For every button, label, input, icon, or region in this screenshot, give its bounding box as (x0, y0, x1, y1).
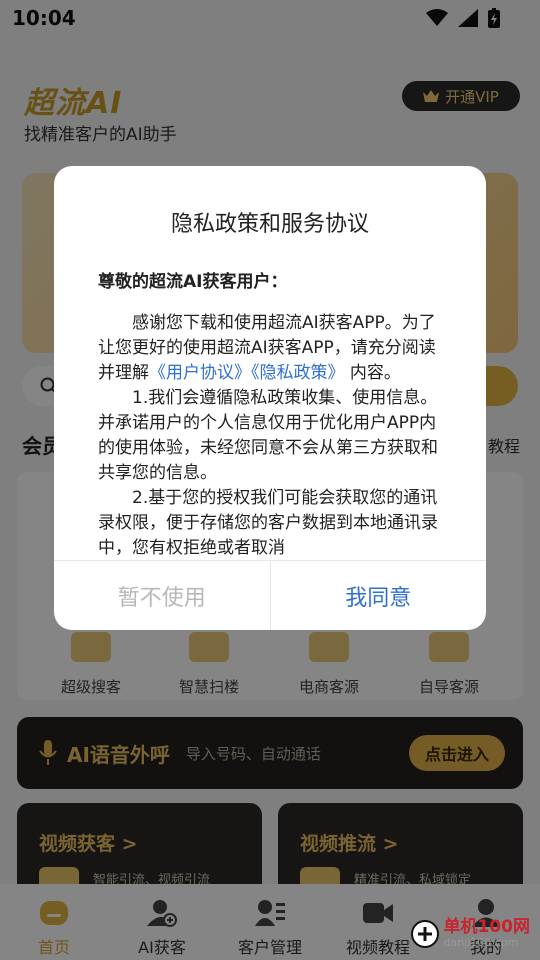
privacy-policy-link[interactable]: 《隐私政策》 (251, 363, 345, 383)
plus-logo-icon (410, 919, 439, 948)
watermark-title: 单机100网 (443, 917, 531, 937)
dialog-paragraph-2: 1.我们会遵循隐私政策收集、使用信息。并承诺用户的个人信息仅用于优化用户APP内… (98, 388, 438, 483)
watermark-url: danji100.com (443, 936, 519, 949)
dialog-footer: 暂不使用 我同意 (54, 560, 486, 630)
dialog-greeting: 尊敬的超流AI获客用户： (98, 272, 288, 292)
user-agreement-link[interactable]: 《用户协议》 (149, 363, 251, 383)
dialog-paragraph-3: 2.基于您的授权我们可能会获取您的通讯录权限，便于存储您的客户数据到本地通讯录中… (98, 488, 438, 558)
agree-button[interactable]: 我同意 (271, 561, 487, 630)
dialog-title: 隐私政策和服务协议 (170, 212, 369, 237)
privacy-dialog: 隐私政策和服务协议 尊敬的超流AI获客用户： 感谢您下载和使用超流AI获客APP… (54, 166, 486, 630)
dialog-paragraph-1: 感谢您下载和使用超流AI获客APP。为了让您更好的使用超流AI获客APP，请充分… (98, 313, 436, 383)
watermark: 单机100网 danji100.com (410, 917, 531, 949)
decline-button[interactable]: 暂不使用 (54, 561, 271, 630)
dialog-body[interactable]: 尊敬的超流AI获客用户： 感谢您下载和使用超流AI获客APP。为了让您更好的使用… (98, 270, 442, 560)
